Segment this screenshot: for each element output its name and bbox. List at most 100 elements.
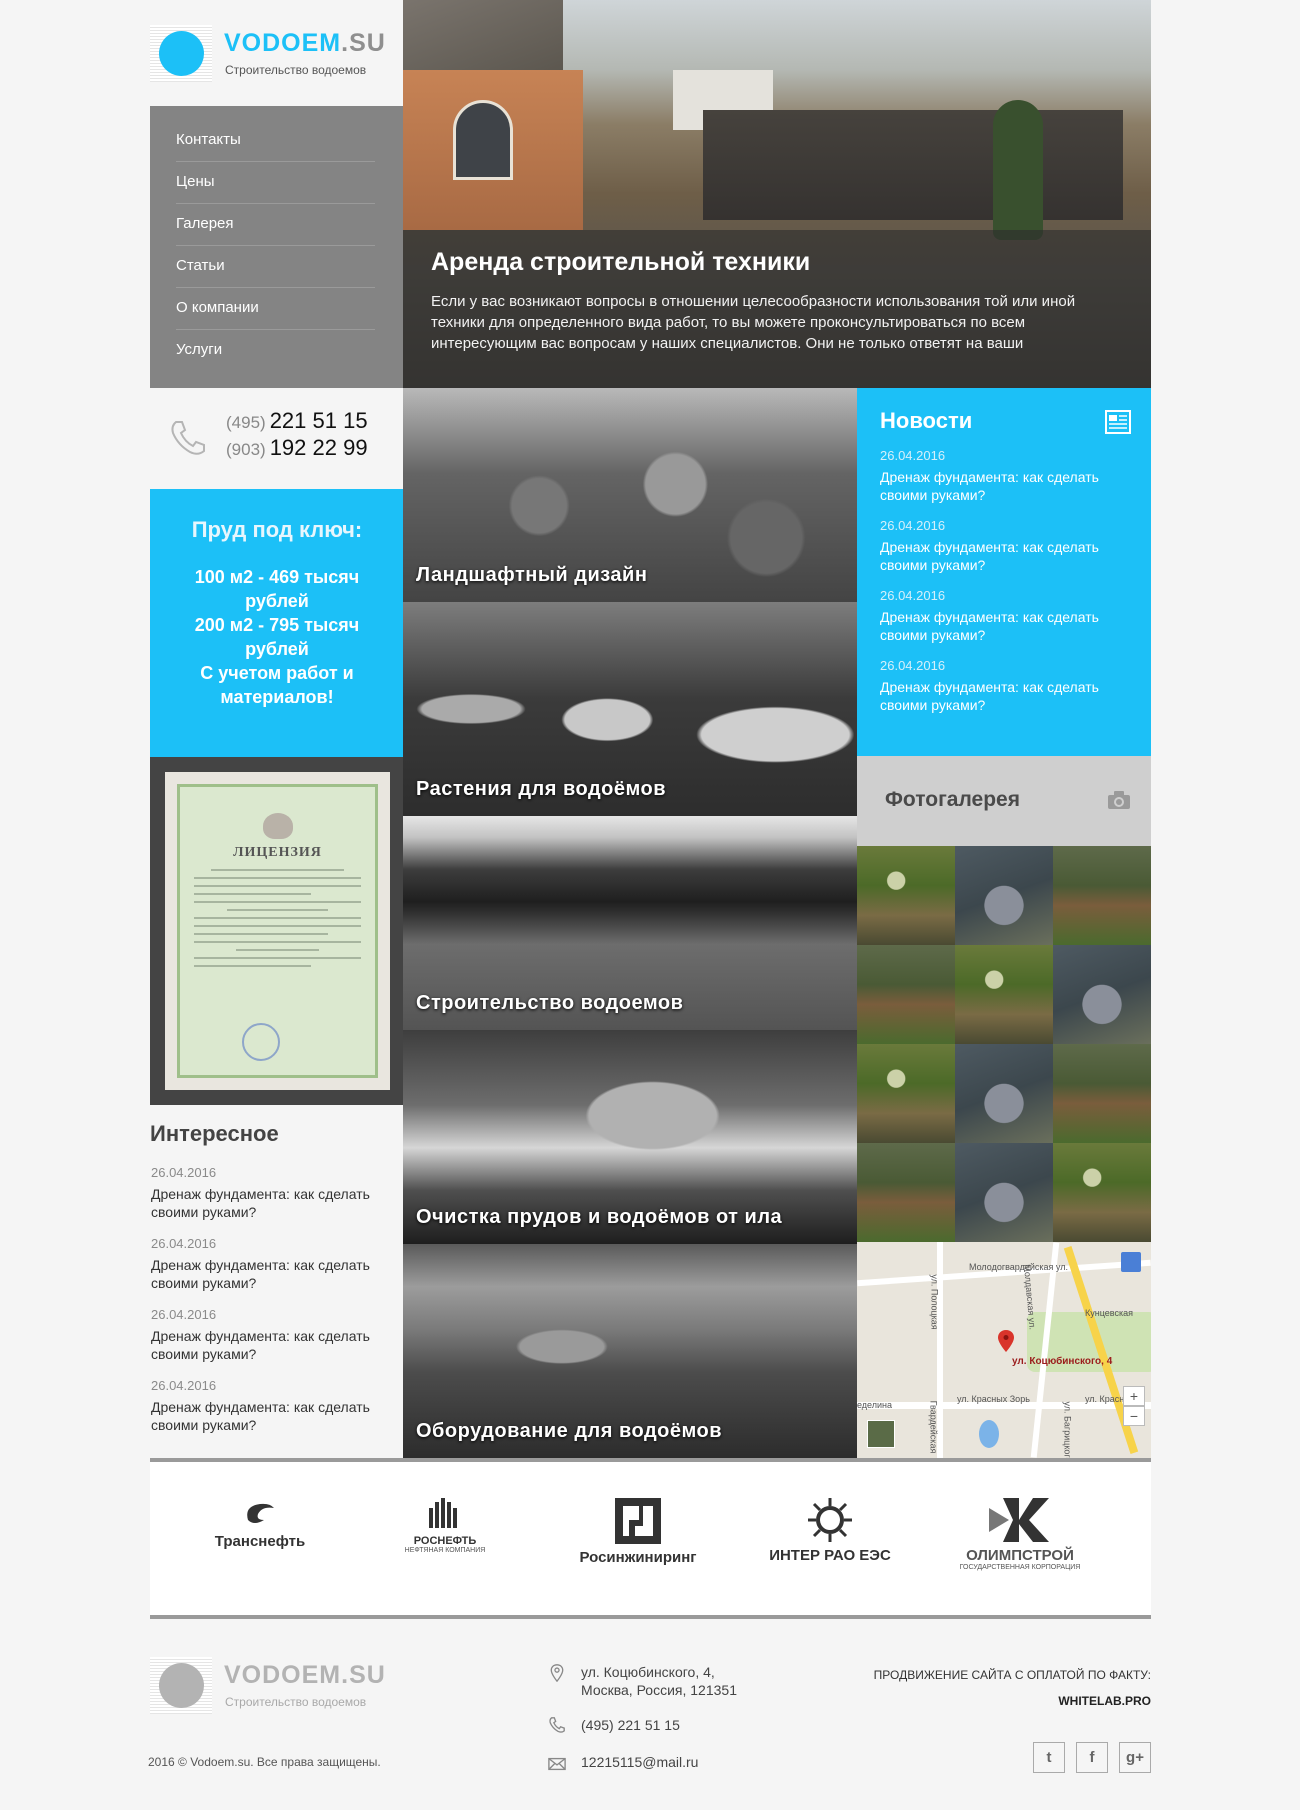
satellite-view-toggle[interactable] [867,1420,895,1448]
google-plus-icon[interactable]: g+ [1119,1742,1151,1773]
service-label: Строительство водоемов [416,992,684,1014]
list-item: 26.04.2016 Дренаж фундамента: как сделат… [880,658,1128,714]
partner-logo-olimpstroy[interactable]: ОЛИМПСТРОЙ ГОСУДАРСТВЕННАЯ КОРПОРАЦИЯ [950,1498,1090,1578]
gallery-thumbnail[interactable] [955,846,1053,945]
promo-line: 100 м2 - 469 тысяч рублей [194,567,360,611]
article-link[interactable]: Дренаж фундамента: как сделать своими ру… [151,1327,404,1363]
article-date: 26.04.2016 [151,1378,217,1393]
service-tile-plants[interactable]: Растения для водоёмов [403,602,857,816]
map-zoom-in-button[interactable]: + [1123,1386,1145,1406]
camera-icon[interactable] [1107,790,1131,810]
map-street-label: ул. Багрицкого [1062,1401,1073,1458]
mail-icon [548,1757,566,1771]
news-link[interactable]: Дренаж фундамента: как сделать своими ру… [880,678,1128,714]
logo-tagline: Строительство водоемов [225,63,367,77]
phone-number-2[interactable]: (903) 192 22 99 [226,435,368,461]
list-item: 26.04.2016 Дренаж фундамента: как сделат… [150,1307,404,1363]
hero-photo-roof [403,0,563,70]
service-tile-landscape[interactable]: Ландшафтный дизайн [403,388,857,602]
nav-item-prices[interactable]: Цены [176,162,375,204]
map-zoom-out-button[interactable]: − [1123,1406,1145,1426]
gallery-thumbnail[interactable] [1053,1143,1151,1242]
news-date: 26.04.2016 [880,518,946,533]
service-tile-equipment[interactable]: Оборудование для водоёмов [403,1244,857,1458]
copyright-text: 2016 © Vodoem.su. Все права защищены. [148,1755,381,1769]
partner-logo-rosinzhiniring[interactable]: Росинжиниринг [568,1498,708,1578]
seo-promotion: ПРОДВИЖЕНИЕ САЙТА С ОПЛАТОЙ ПО ФАКТУ: WH… [720,1662,1151,1714]
gallery-title[interactable]: Фотогалерея [885,788,1123,812]
newspaper-icon[interactable] [1105,410,1131,434]
service-label: Растения для водоёмов [416,778,667,800]
gallery-thumbnail[interactable] [857,846,955,945]
article-link[interactable]: Дренаж фундамента: как сделать своими ру… [151,1256,404,1292]
gallery-thumbnail[interactable] [1053,846,1151,945]
facebook-icon[interactable]: f [1076,1742,1108,1773]
news-link[interactable]: Дренаж фундамента: как сделать своими ру… [880,538,1128,574]
seo-promotion-link[interactable]: WHITELAB.PRO [1058,1694,1151,1708]
news-link[interactable]: Дренаж фундамента: как сделать своими ру… [880,608,1128,644]
gallery-thumbnail[interactable] [1053,945,1151,1044]
logo-tagline: Строительство водоемов [225,1695,367,1709]
hero-banner[interactable]: Аренда строительной техники Если у вас в… [403,0,1151,388]
nav-item-contacts[interactable]: Контакты [176,120,375,162]
logo-name: VODOEM.SU [224,29,386,57]
location-map[interactable]: Молодогвардейская ул. ул. Полоцкая Молда… [857,1242,1151,1458]
seo-promotion-text: ПРОДВИЖЕНИЕ САЙТА С ОПЛАТОЙ ПО ФАКТУ: [873,1668,1151,1682]
gallery-thumbnail[interactable] [857,945,955,1044]
news-date: 26.04.2016 [880,658,946,673]
rosneft-logo-icon [429,1498,457,1528]
nav-item-gallery[interactable]: Галерея [176,204,375,246]
news-date: 26.04.2016 [880,588,946,603]
map-street-label: ул. Полоцкая [929,1274,940,1330]
hero-photo-stone-wall [703,110,1123,220]
article-date: 26.04.2016 [151,1236,217,1251]
nav-item-articles[interactable]: Статьи [176,246,375,288]
footer-logo[interactable]: VODOEM.SU Строительство водоемов [150,1657,400,1715]
license-title: ЛИЦЕНЗИЯ [233,845,322,860]
map-lake [979,1420,999,1448]
license-block: ЛИЦЕНЗИЯ [150,757,404,1105]
list-item: 26.04.2016 Дренаж фундамента: как сделат… [150,1165,404,1221]
logo-name: VODOEM.SU [224,1661,386,1689]
map-marker-icon[interactable] [998,1330,1014,1352]
hero-photo-window [453,100,513,180]
gallery-thumbnail[interactable] [955,1143,1053,1242]
seal-icon [242,1023,280,1061]
news-link[interactable]: Дренаж фундамента: как сделать своими ру… [880,468,1128,504]
gallery-thumbnail[interactable] [1053,1044,1151,1143]
partner-logo-rosneft[interactable]: РОСНЕФТЬ НЕФТЯНАЯ КОМПАНИЯ [380,1498,510,1578]
promo-title: Пруд под ключ: [191,517,363,542]
partner-logo-inter-rao[interactable]: ИНТЕР РАО ЕЭС [760,1498,900,1578]
gallery-thumbnail[interactable] [955,1044,1053,1143]
news-title: Новости [880,408,973,433]
map-marker-label: ул. Коцюбинского, 4 [1012,1356,1113,1367]
logo-circle-icon [159,31,204,76]
site-logo[interactable]: VODOEM.SU Строительство водоемов [150,25,400,83]
gallery-thumbnail[interactable] [955,945,1053,1044]
gallery-header: Фотогалерея [857,756,1151,846]
nav-item-about[interactable]: О компании [176,288,375,330]
license-image[interactable]: ЛИЦЕНЗИЯ [165,772,390,1090]
street-view-icon[interactable] [1121,1252,1141,1272]
article-link[interactable]: Дренаж фундамента: как сделать своими ру… [151,1398,404,1434]
gallery-thumbnail[interactable] [857,1143,955,1242]
nav-item-services[interactable]: Услуги [176,330,375,372]
footer-phone[interactable]: (495) 221 51 15 [548,1716,680,1734]
article-link[interactable]: Дренаж фундамента: как сделать своими ру… [151,1185,404,1221]
partner-logo-transneft[interactable]: Транснефть [195,1498,325,1578]
coat-of-arms-icon [262,813,293,839]
list-item: 26.04.2016 Дренаж фундамента: как сделат… [880,518,1128,574]
service-tile-cleaning[interactable]: Очистка прудов и водоёмов от ила [403,1030,857,1244]
service-tile-construction[interactable]: Строительство водоемов [403,816,857,1030]
promo-box: Пруд под ключ: 100 м2 - 469 тысяч рублей… [150,489,404,757]
list-item: 26.04.2016 Дренаж фундамента: как сделат… [880,448,1128,504]
gallery-thumbnail[interactable] [857,1044,955,1143]
map-street-label: еделина [857,1400,893,1410]
list-item: 26.04.2016 Дренаж фундамента: как сделат… [880,588,1128,644]
list-item: 26.04.2016 Дренаж фундамента: как сделат… [150,1378,404,1434]
phone-number-1[interactable]: (495) 221 51 15 [226,408,368,434]
twitter-icon[interactable]: t [1033,1742,1065,1773]
footer-email[interactable]: 12215115@mail.ru [548,1753,698,1771]
service-label: Ландшафтный дизайн [416,564,648,586]
services-grid: Ландшафтный дизайн Растения для водоёмов… [403,388,857,1458]
